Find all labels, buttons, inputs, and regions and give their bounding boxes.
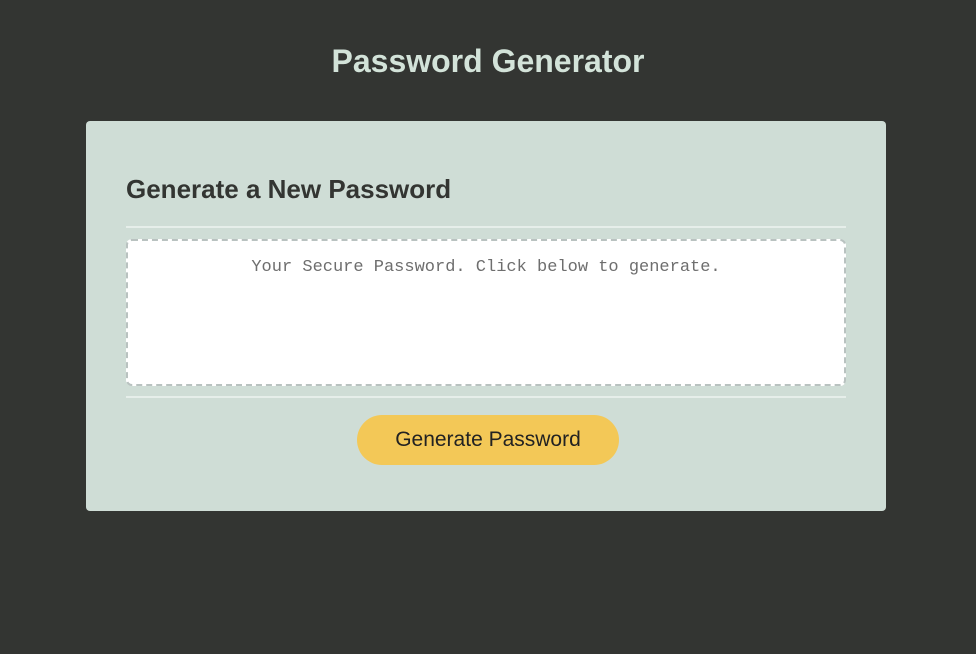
page-title: Password Generator bbox=[331, 43, 645, 79]
generate-password-button[interactable]: Generate Password bbox=[357, 415, 619, 465]
card-footer-divider bbox=[126, 396, 846, 398]
card-heading: Generate a New Password bbox=[126, 174, 452, 204]
generator-card: Generate a New Password Generate Passwor… bbox=[86, 121, 886, 511]
card-header-divider bbox=[126, 226, 846, 228]
password-output-field[interactable] bbox=[126, 239, 846, 386]
